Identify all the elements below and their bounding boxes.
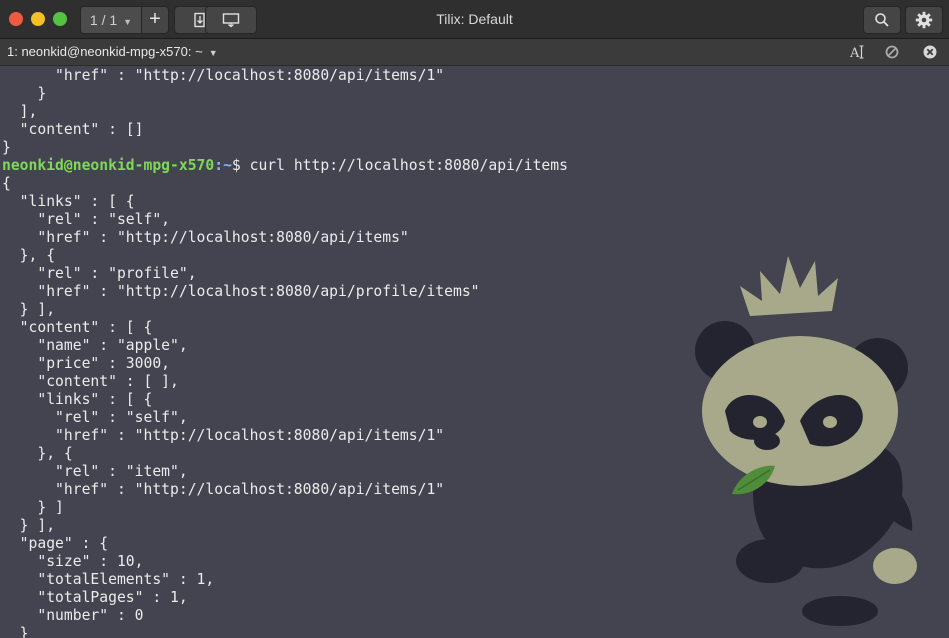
terminal-line: "totalPages" : 1,: [2, 589, 188, 606]
svg-text:A: A: [849, 46, 860, 60]
terminal-line: } ]: [2, 499, 64, 516]
terminal-line: }: [2, 85, 47, 102]
font-size-icon[interactable]: A: [849, 44, 865, 61]
maximize-window-icon[interactable]: [53, 12, 67, 26]
terminal-line: "href" : "http://localhost:8080/api/item…: [2, 229, 409, 246]
terminal-line: } ],: [2, 301, 56, 318]
sync-input-icon: [222, 13, 240, 28]
terminal-line: }: [2, 625, 29, 638]
terminal-line: "links" : [ {: [2, 193, 135, 210]
terminal-view[interactable]: "href" : "http://localhost:8080/api/item…: [0, 66, 949, 638]
prompt-symbol: $: [231, 157, 250, 174]
session-counter-label: 1 / 1: [89, 12, 118, 28]
terminal-header: 1: neonkid@neonkid-mpg-x570: ~ ▼ A: [0, 39, 949, 66]
terminal-line: "href" : "http://localhost:8080/api/item…: [2, 481, 445, 498]
terminal-line: "content" : []: [2, 121, 144, 138]
terminal-line: "content" : [ {: [2, 319, 153, 336]
add-session-button[interactable]: +: [142, 7, 168, 33]
chevron-down-icon: ▼: [208, 48, 218, 58]
terminal-line: "rel" : "item",: [2, 463, 188, 480]
terminal-line: "href" : "http://localhost:8080/api/prof…: [2, 283, 480, 300]
prompt-path: :~: [214, 157, 232, 174]
terminal-title-button[interactable]: 1: neonkid@neonkid-mpg-x570: ~ ▼: [7, 39, 218, 65]
command-text: curl http://localhost:8080/api/items: [249, 157, 568, 174]
terminal-line: "totalElements" : 1,: [2, 571, 215, 588]
terminal-line: "content" : [ ],: [2, 373, 179, 390]
terminal-line: "href" : "http://localhost:8080/api/item…: [2, 427, 445, 444]
terminal-line: }, {: [2, 445, 73, 462]
terminal-line: "name" : "apple",: [2, 337, 188, 354]
terminal-title: 1: neonkid@neonkid-mpg-x570: ~: [7, 44, 203, 59]
title-bar: 1 / 1 ▼ + Tilix: Default: [0, 0, 949, 39]
terminal-line: "rel" : "profile",: [2, 265, 197, 282]
minimize-window-icon[interactable]: [31, 12, 45, 26]
sync-input-button[interactable]: [205, 6, 257, 34]
close-terminal-icon[interactable]: [922, 44, 938, 60]
session-switcher: 1 / 1 ▼ +: [80, 6, 169, 34]
terminal-output: "href" : "http://localhost:8080/api/item…: [2, 67, 568, 638]
terminal-line: "page" : {: [2, 535, 109, 552]
terminal-line: "number" : 0: [2, 607, 144, 624]
terminal-line: "rel" : "self",: [2, 409, 188, 426]
session-counter-button[interactable]: 1 / 1 ▼: [81, 7, 142, 33]
read-only-icon[interactable]: [884, 44, 900, 60]
gear-icon: [915, 11, 933, 29]
settings-button[interactable]: [905, 6, 943, 34]
close-window-icon[interactable]: [9, 12, 23, 26]
search-icon: [875, 13, 889, 27]
search-button[interactable]: [863, 6, 901, 34]
terminal-line: "links" : [ {: [2, 391, 153, 408]
prompt-user-host: neonkid@neonkid-mpg-x570: [2, 157, 215, 174]
chevron-down-icon: ▼: [123, 17, 133, 27]
panda-background-image: [695, 256, 917, 626]
terminal-line: "href" : "http://localhost:8080/api/item…: [2, 67, 445, 84]
terminal-line: ],: [2, 103, 38, 120]
plus-icon: +: [149, 8, 161, 30]
terminal-line: }, {: [2, 247, 56, 264]
terminal-line: {: [2, 175, 11, 192]
terminal-line: }: [2, 139, 11, 156]
terminal-line: "size" : 10,: [2, 553, 144, 570]
terminal-line: "price" : 3000,: [2, 355, 171, 372]
prompt-line: neonkid@neonkid-mpg-x570:~$ curl http://…: [2, 157, 568, 175]
terminal-line: } ],: [2, 517, 56, 534]
terminal-line: "rel" : "self",: [2, 211, 171, 228]
